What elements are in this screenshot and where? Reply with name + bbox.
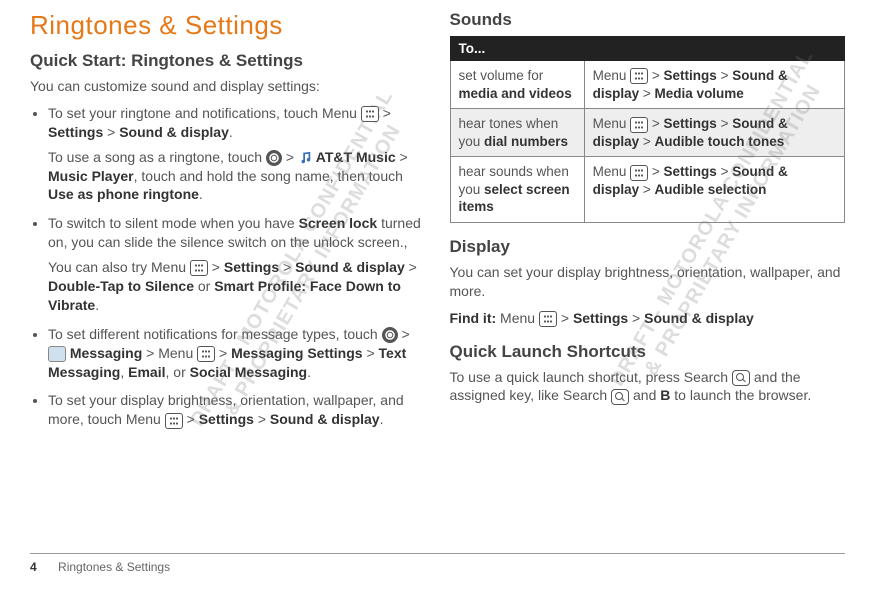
display-heading: Display [450, 237, 846, 257]
page-body: Ringtones & Settings Quick Start: Ringto… [0, 0, 875, 439]
page-number: 4 [30, 560, 37, 574]
menu-icon [165, 413, 183, 429]
menu-icon [630, 68, 648, 84]
list-item-sub: You can also try Menu > Settings > Sound… [48, 258, 426, 315]
settings-list: To set your ringtone and notifications, … [30, 104, 426, 429]
list-item: To switch to silent mode when you have S… [48, 214, 426, 314]
quicklaunch-body: To use a quick launch shortcut, press Se… [450, 368, 846, 406]
menu-icon [197, 346, 215, 362]
quickstart-heading: Quick Start: Ringtones & Settings [30, 51, 426, 71]
footer-section: Ringtones & Settings [58, 560, 170, 574]
list-item: To set different notifications for messa… [48, 325, 426, 382]
sounds-table: To... set volume for media and videos Me… [450, 36, 846, 223]
disc-icon [382, 327, 398, 343]
search-icon [611, 389, 629, 405]
music-icon [298, 151, 312, 165]
disc-icon [266, 150, 282, 166]
find-it-line: Find it: Menu > Settings > Sound & displ… [450, 309, 846, 328]
list-item-sub: To use a song as a ringtone, touch > AT&… [48, 148, 426, 205]
page-title: Ringtones & Settings [30, 10, 426, 41]
quicklaunch-heading: Quick Launch Shortcuts [450, 342, 846, 362]
sounds-heading: Sounds [450, 10, 846, 30]
table-header: To... [450, 37, 845, 61]
menu-icon [539, 311, 557, 327]
table-row: hear tones when you dial numbers Menu > … [450, 109, 845, 157]
left-column: Ringtones & Settings Quick Start: Ringto… [30, 10, 426, 439]
menu-icon [630, 165, 648, 181]
menu-icon [630, 117, 648, 133]
page-footer: 4 Ringtones & Settings [30, 553, 845, 574]
table-row: hear sounds when you select screen items… [450, 157, 845, 223]
display-body: You can set your display brightness, ori… [450, 263, 846, 301]
intro-text: You can customize sound and display sett… [30, 77, 426, 96]
list-item: To set your display brightness, orientat… [48, 391, 426, 429]
list-item: To set your ringtone and notifications, … [48, 104, 426, 204]
envelope-icon [48, 346, 66, 362]
search-icon [732, 370, 750, 386]
menu-icon [361, 106, 379, 122]
right-column: Sounds To... set volume for media and vi… [450, 10, 846, 439]
menu-icon [190, 260, 208, 276]
table-row: set volume for media and videos Menu > S… [450, 61, 845, 109]
